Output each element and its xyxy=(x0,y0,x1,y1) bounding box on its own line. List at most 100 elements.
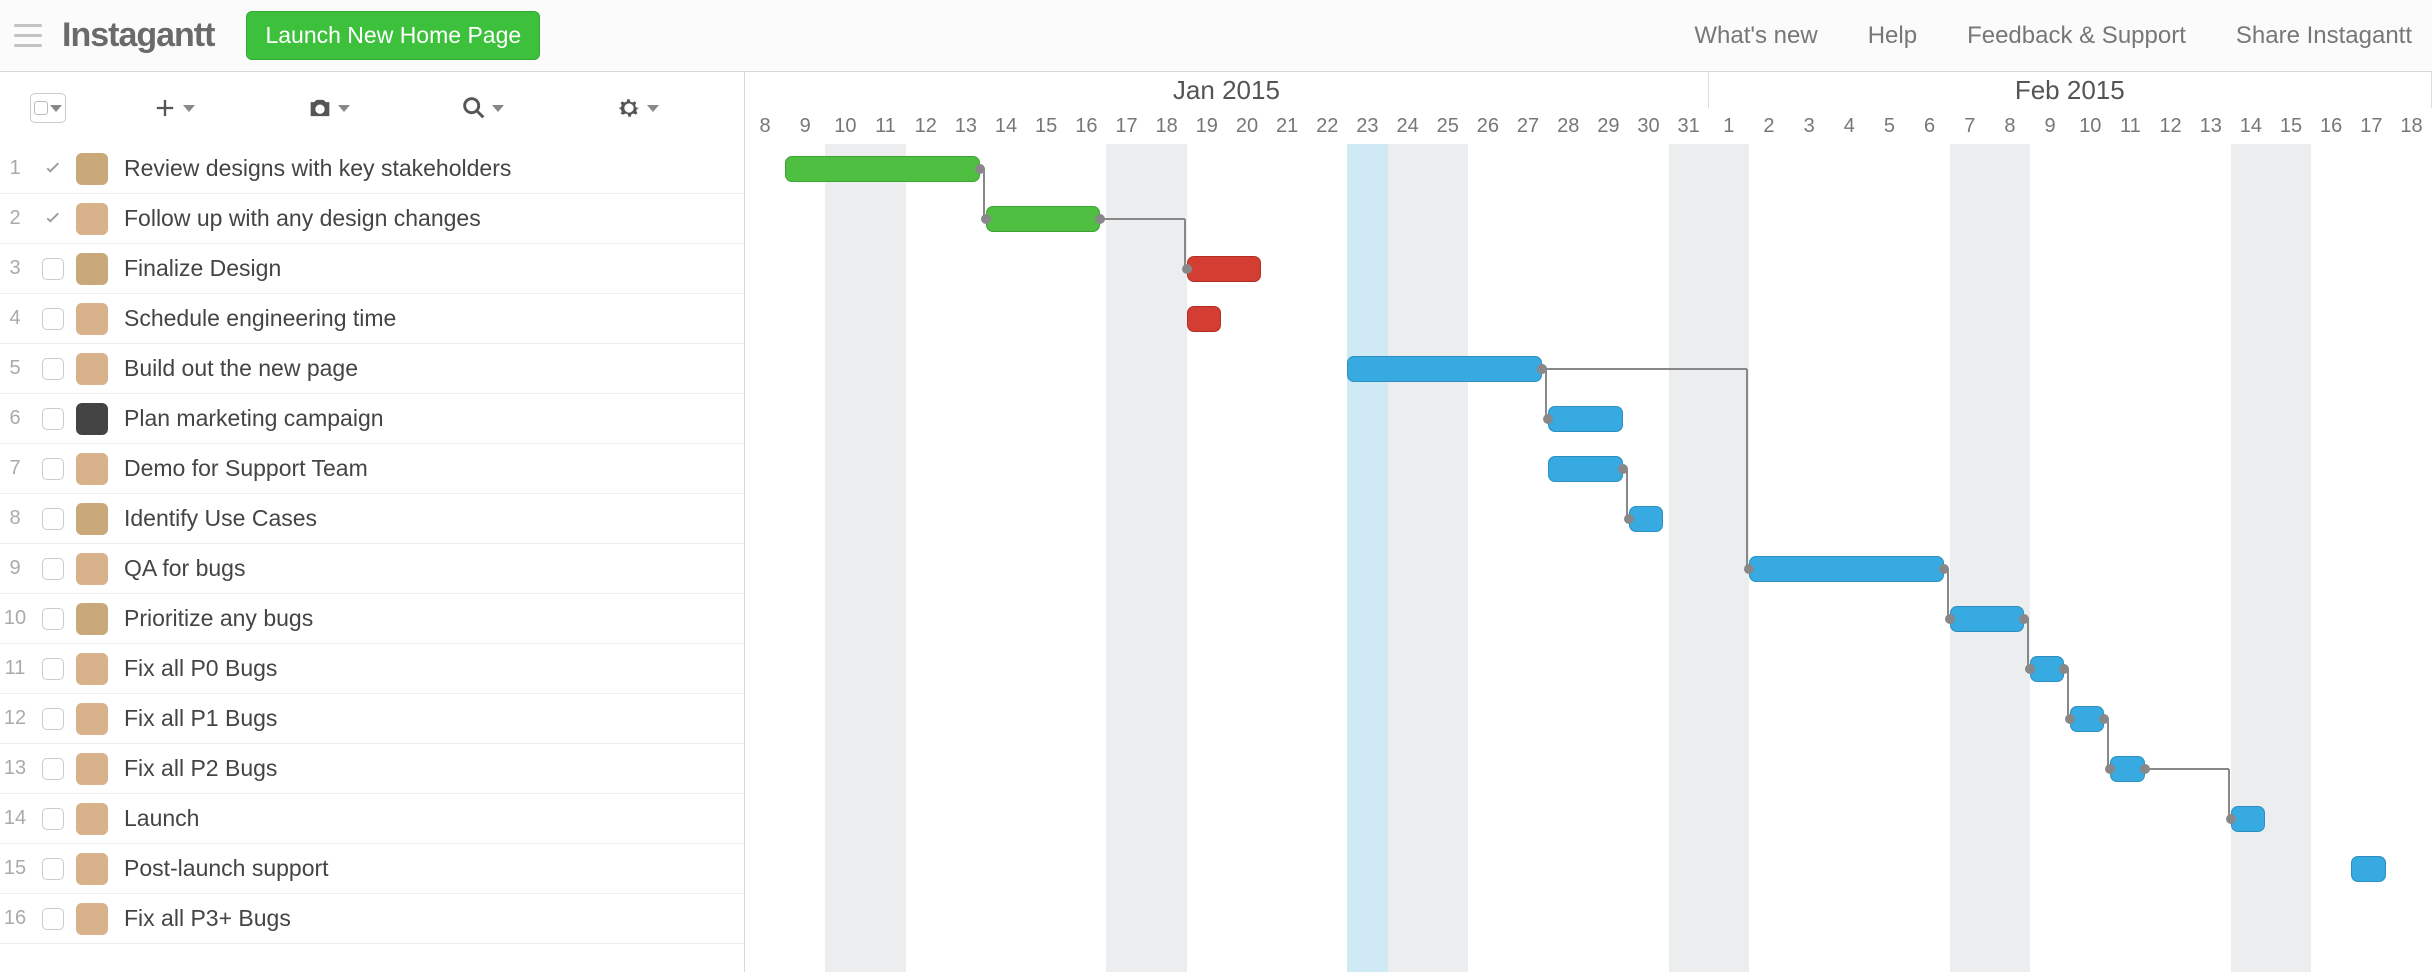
gantt-column xyxy=(1669,144,1709,972)
task-checkbox[interactable] xyxy=(42,258,64,280)
assignee-avatar[interactable] xyxy=(76,503,108,535)
task-complete-check[interactable] xyxy=(42,158,64,180)
gantt-bar[interactable] xyxy=(785,156,980,182)
gantt-bar[interactable] xyxy=(1347,356,1542,382)
gantt-bar[interactable] xyxy=(1187,306,1221,332)
task-row[interactable]: 12Fix all P1 Bugs xyxy=(0,694,744,744)
month-label: Feb 2015 xyxy=(1709,72,2432,108)
assignee-avatar[interactable] xyxy=(76,853,108,885)
project-title-button[interactable]: Launch New Home Page xyxy=(246,11,540,60)
select-all-toggle[interactable] xyxy=(30,93,66,123)
task-title[interactable]: Launch xyxy=(124,805,744,832)
task-title[interactable]: Fix all P2 Bugs xyxy=(124,755,744,782)
assignee-avatar[interactable] xyxy=(76,903,108,935)
assignee-avatar[interactable] xyxy=(76,153,108,185)
task-title[interactable]: Build out the new page xyxy=(124,355,744,382)
day-label: 18 xyxy=(1147,108,1187,144)
task-title[interactable]: Fix all P3+ Bugs xyxy=(124,905,744,932)
task-checkbox[interactable] xyxy=(42,808,64,830)
task-row[interactable]: 6Plan marketing campaign xyxy=(0,394,744,444)
gantt-column xyxy=(2351,144,2391,972)
task-title[interactable]: Post-launch support xyxy=(124,855,744,882)
task-row[interactable]: 5Build out the new page xyxy=(0,344,744,394)
assignee-avatar[interactable] xyxy=(76,603,108,635)
task-checkbox[interactable] xyxy=(42,858,64,880)
task-title[interactable]: Review designs with key stakeholders xyxy=(124,155,744,182)
assignee-avatar[interactable] xyxy=(76,703,108,735)
task-title[interactable]: Prioritize any bugs xyxy=(124,605,744,632)
gantt-bar[interactable] xyxy=(2351,856,2385,882)
task-title[interactable]: Schedule engineering time xyxy=(124,305,744,332)
gantt-body[interactable] xyxy=(745,144,2432,972)
zoom-button[interactable] xyxy=(460,94,504,122)
assignee-avatar[interactable] xyxy=(76,753,108,785)
gantt-bar[interactable] xyxy=(986,206,1100,232)
task-row[interactable]: 2Follow up with any design changes xyxy=(0,194,744,244)
gantt-bar[interactable] xyxy=(1629,506,1663,532)
gantt-bar[interactable] xyxy=(1187,256,1261,282)
row-number: 15 xyxy=(0,857,30,880)
nav-feedback[interactable]: Feedback & Support xyxy=(1967,22,2186,50)
task-row[interactable]: 9QA for bugs xyxy=(0,544,744,594)
assignee-avatar[interactable] xyxy=(76,453,108,485)
task-complete-check[interactable] xyxy=(42,208,64,230)
menu-icon[interactable] xyxy=(8,14,48,57)
settings-button[interactable] xyxy=(615,94,659,122)
task-title[interactable]: QA for bugs xyxy=(124,555,744,582)
task-checkbox[interactable] xyxy=(42,658,64,680)
task-row[interactable]: 15 Post-launch support xyxy=(0,844,744,894)
task-checkbox[interactable] xyxy=(42,708,64,730)
task-title[interactable]: Fix all P1 Bugs xyxy=(124,705,744,732)
task-row[interactable]: 13Fix all P2 Bugs xyxy=(0,744,744,794)
assignee-avatar[interactable] xyxy=(76,353,108,385)
snapshot-button[interactable] xyxy=(306,94,350,122)
task-checkbox[interactable] xyxy=(42,558,64,580)
dependency-line xyxy=(983,169,985,219)
task-checkbox[interactable] xyxy=(42,308,64,330)
task-row[interactable]: 10Prioritize any bugs xyxy=(0,594,744,644)
nav-whats-new[interactable]: What's new xyxy=(1694,22,1817,50)
assignee-avatar[interactable] xyxy=(76,203,108,235)
assignee-avatar[interactable] xyxy=(76,803,108,835)
gantt-chart[interactable]: Jan 2015Feb 2015 89101112131415161718192… xyxy=(745,72,2432,972)
day-label: 5 xyxy=(1869,108,1909,144)
day-label: 14 xyxy=(986,108,1026,144)
assignee-avatar[interactable] xyxy=(76,303,108,335)
assignee-avatar[interactable] xyxy=(76,403,108,435)
gantt-bar[interactable] xyxy=(1548,456,1622,482)
task-row[interactable]: 11Fix all P0 Bugs xyxy=(0,644,744,694)
dependency-dot xyxy=(1182,264,1192,274)
task-row[interactable]: 16Fix all P3+ Bugs xyxy=(0,894,744,944)
task-row[interactable]: 1Review designs with key stakeholders xyxy=(0,144,744,194)
task-checkbox[interactable] xyxy=(42,408,64,430)
nav-share[interactable]: Share Instagantt xyxy=(2236,22,2412,50)
task-title[interactable]: Demo for Support Team xyxy=(124,455,744,482)
gantt-bar[interactable] xyxy=(2231,806,2265,832)
task-checkbox[interactable] xyxy=(42,358,64,380)
task-row[interactable]: 3Finalize Design xyxy=(0,244,744,294)
gantt-bar[interactable] xyxy=(1749,556,1944,582)
task-checkbox[interactable] xyxy=(42,458,64,480)
chevron-down-icon xyxy=(50,105,62,112)
nav-help[interactable]: Help xyxy=(1868,22,1917,50)
task-title[interactable]: Finalize Design xyxy=(124,255,744,282)
task-checkbox[interactable] xyxy=(42,758,64,780)
task-row[interactable]: 7Demo for Support Team xyxy=(0,444,744,494)
gantt-bar[interactable] xyxy=(1950,606,2024,632)
task-title[interactable]: Plan marketing campaign xyxy=(124,405,744,432)
task-row[interactable]: 8Identify Use Cases xyxy=(0,494,744,544)
task-title[interactable]: Follow up with any design changes xyxy=(124,205,744,232)
task-checkbox[interactable] xyxy=(42,908,64,930)
task-checkbox[interactable] xyxy=(42,508,64,530)
task-row[interactable]: 14Launch xyxy=(0,794,744,844)
add-button[interactable] xyxy=(151,94,195,122)
task-title[interactable]: Fix all P0 Bugs xyxy=(124,655,744,682)
assignee-avatar[interactable] xyxy=(76,553,108,585)
gantt-bar[interactable] xyxy=(1548,406,1622,432)
day-label: 15 xyxy=(1026,108,1066,144)
task-checkbox[interactable] xyxy=(42,608,64,630)
assignee-avatar[interactable] xyxy=(76,653,108,685)
assignee-avatar[interactable] xyxy=(76,253,108,285)
task-row[interactable]: 4Schedule engineering time xyxy=(0,294,744,344)
task-title[interactable]: Identify Use Cases xyxy=(124,505,744,532)
